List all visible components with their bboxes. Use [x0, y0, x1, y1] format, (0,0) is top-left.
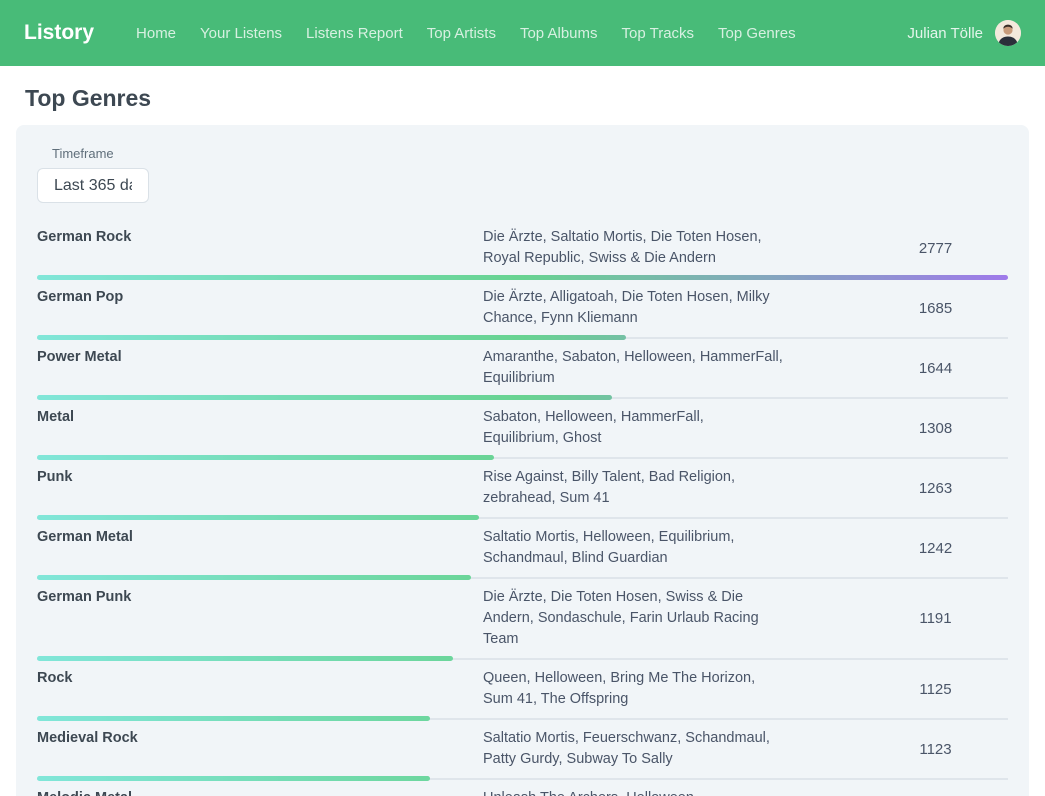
navbar-user-area: Julian Tölle	[907, 20, 1021, 46]
genre-top-artists: Amaranthe, Sabaton, Helloween, HammerFal…	[483, 347, 783, 389]
genre-row: German Punk Die Ärzte, Die Toten Hosen, …	[37, 580, 1008, 661]
genre-top-artists: Saltatio Mortis, Helloween, Equilibrium,…	[483, 527, 783, 569]
genre-listen-count: 1242	[783, 540, 1008, 557]
top-genres-card: Timeframe Last 365 days German Rock Die …	[16, 125, 1029, 796]
genre-name: Metal	[37, 407, 483, 428]
genre-row-content: Punk Rise Against, Billy Talent, Bad Rel…	[37, 467, 1008, 509]
genre-name: Rock	[37, 668, 483, 689]
genre-name: German Metal	[37, 527, 483, 548]
genre-row-content: Medieval Rock Saltatio Mortis, Feuerschw…	[37, 728, 1008, 770]
genre-row: Power Metal Amaranthe, Sabaton, Hellowee…	[37, 340, 1008, 400]
genre-bar	[37, 776, 430, 781]
genre-row-content: German Pop Die Ärzte, Alligatoah, Die To…	[37, 287, 1008, 329]
genre-top-artists: Sabaton, Helloween, HammerFall, Equilibr…	[483, 407, 783, 449]
genre-name: Punk	[37, 467, 483, 488]
timeframe-filter: Timeframe Last 365 days	[37, 146, 1008, 203]
genre-row: Punk Rise Against, Billy Talent, Bad Rel…	[37, 460, 1008, 520]
genre-bar-track	[37, 275, 1008, 280]
genre-bar-track	[37, 455, 1008, 460]
genre-top-artists: Die Ärzte, Alligatoah, Die Toten Hosen, …	[483, 287, 783, 329]
timeframe-label: Timeframe	[52, 146, 1008, 161]
genre-bar	[37, 395, 612, 400]
nav-link-home[interactable]: Home	[136, 25, 176, 42]
genre-name: German Rock	[37, 227, 483, 248]
genre-listen-count: 1125	[783, 681, 1008, 698]
genre-bar-track	[37, 335, 1008, 340]
genre-row-content: Power Metal Amaranthe, Sabaton, Hellowee…	[37, 347, 1008, 389]
genre-list: German Rock Die Ärzte, Saltatio Mortis, …	[37, 220, 1008, 796]
nav-link-top-genres[interactable]: Top Genres	[718, 25, 796, 42]
genre-bar-track	[37, 656, 1008, 661]
genre-row-content: German Metal Saltatio Mortis, Helloween,…	[37, 527, 1008, 569]
genre-row-content: German Rock Die Ärzte, Saltatio Mortis, …	[37, 227, 1008, 269]
user-name[interactable]: Julian Tölle	[907, 25, 983, 42]
genre-row: German Rock Die Ärzte, Saltatio Mortis, …	[37, 220, 1008, 280]
genre-bar	[37, 275, 1008, 280]
genre-name: Melodic Metal	[37, 788, 483, 796]
genre-listen-count: 1123	[783, 741, 1008, 758]
genre-top-artists: Saltatio Mortis, Feuerschwanz, Schandmau…	[483, 728, 783, 770]
genre-bar-track	[37, 515, 1008, 520]
genre-row-content: Melodic Metal Unleash The Archers, Hello…	[37, 788, 1008, 796]
genre-bar	[37, 335, 626, 340]
genre-bar	[37, 575, 471, 580]
genre-name: Medieval Rock	[37, 728, 483, 749]
genre-bar	[37, 455, 494, 460]
genre-bar-track	[37, 575, 1008, 580]
genre-listen-count: 1191	[783, 610, 1008, 627]
genre-name: German Punk	[37, 587, 483, 608]
genre-bar	[37, 656, 453, 661]
timeframe-select[interactable]: Last 365 days	[37, 168, 149, 203]
genre-name: German Pop	[37, 287, 483, 308]
genre-bar	[37, 515, 479, 520]
genre-listen-count: 1263	[783, 480, 1008, 497]
genre-row-content: German Punk Die Ärzte, Die Toten Hosen, …	[37, 587, 1008, 650]
genre-top-artists: Die Ärzte, Saltatio Mortis, Die Toten Ho…	[483, 227, 783, 269]
genre-row: Melodic Metal Unleash The Archers, Hello…	[37, 781, 1008, 796]
navbar: Listory Home Your Listens Listens Report To…	[0, 0, 1045, 66]
genre-listen-count: 2777	[783, 240, 1008, 257]
genre-row-content: Metal Sabaton, Helloween, HammerFall, Eq…	[37, 407, 1008, 449]
nav-link-top-artists[interactable]: Top Artists	[427, 25, 496, 42]
nav-link-your-listens[interactable]: Your Listens	[200, 25, 282, 42]
genre-row: German Pop Die Ärzte, Alligatoah, Die To…	[37, 280, 1008, 340]
avatar-photo-placeholder	[995, 20, 1021, 46]
genre-row: Metal Sabaton, Helloween, HammerFall, Eq…	[37, 400, 1008, 460]
genre-bar	[37, 716, 430, 721]
genre-bar-track	[37, 395, 1008, 400]
genre-top-artists: Rise Against, Billy Talent, Bad Religion…	[483, 467, 783, 509]
genre-top-artists: Die Ärzte, Die Toten Hosen, Swiss & Die …	[483, 587, 783, 650]
genre-listen-count: 1685	[783, 300, 1008, 317]
genre-top-artists: Unleash The Archers, Helloween, HammerFa…	[483, 788, 783, 796]
nav-link-top-albums[interactable]: Top Albums	[520, 25, 598, 42]
nav-link-top-tracks[interactable]: Top Tracks	[622, 25, 695, 42]
main-content: Top Genres Timeframe Last 365 days Germa…	[0, 85, 1045, 796]
user-avatar[interactable]	[995, 20, 1021, 46]
genre-listen-count: 1644	[783, 360, 1008, 377]
genre-row: Medieval Rock Saltatio Mortis, Feuerschw…	[37, 721, 1008, 781]
genre-top-artists: Queen, Helloween, Bring Me The Horizon, …	[483, 668, 783, 710]
genre-name: Power Metal	[37, 347, 483, 368]
genre-row-content: Rock Queen, Helloween, Bring Me The Hori…	[37, 668, 1008, 710]
nav-links: Home Your Listens Listens Report Top Artist…	[124, 25, 808, 42]
brand-logo[interactable]: Listory	[24, 21, 94, 45]
genre-bar-track	[37, 776, 1008, 781]
genre-bar-track	[37, 716, 1008, 721]
genre-row: Rock Queen, Helloween, Bring Me The Hori…	[37, 661, 1008, 721]
genre-row: German Metal Saltatio Mortis, Helloween,…	[37, 520, 1008, 580]
genre-listen-count: 1308	[783, 420, 1008, 437]
nav-link-listens-report[interactable]: Listens Report	[306, 25, 403, 42]
page-title: Top Genres	[25, 85, 1029, 112]
